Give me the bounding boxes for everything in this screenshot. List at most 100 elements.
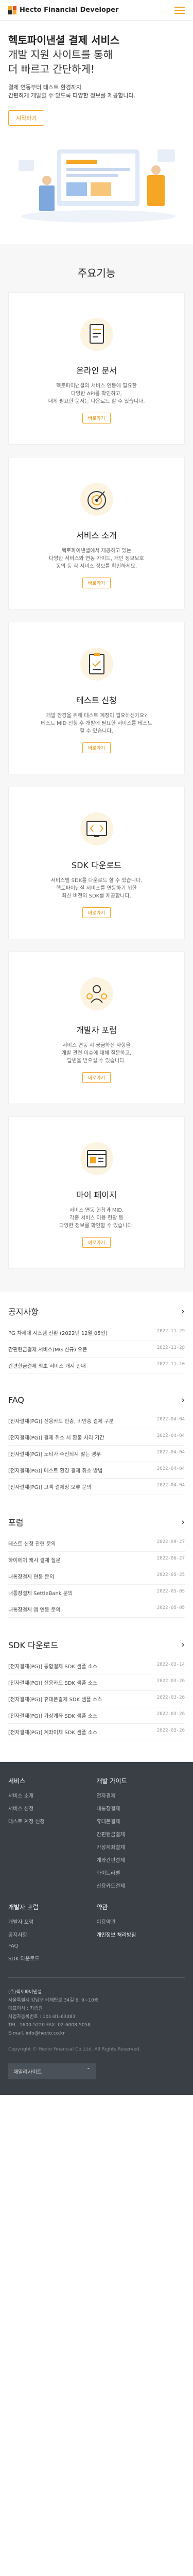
faq-section: FAQ › [전자결제(PG)] 신용카드 인증, 비인증 결제 구분 2022-… bbox=[0, 1381, 193, 1502]
footer-divider bbox=[8, 1977, 185, 1978]
footer-col-title: 서비스 bbox=[8, 1777, 26, 1785]
item-date: 2022-03-26 bbox=[156, 1728, 185, 1733]
footer-link[interactable]: 이용약관 bbox=[97, 1918, 185, 1925]
feature-desc: 서비스 연동 시 궁금하신 사항을 개발 관련 이슈에 대해 질문하고, 답변을… bbox=[61, 1043, 132, 1064]
item-title: [전자결제(PG)] 계좌이체 SDK 샘플 소스 bbox=[8, 1730, 98, 1736]
feature-more-button[interactable]: 바로가기 bbox=[82, 1072, 111, 1083]
item-date: 2022-05-25 bbox=[156, 1572, 185, 1578]
feature-card-docs: 온라인 문서 헥토파이낸셜의 서비스 연동에 필요한 다양한 API를 확인하고… bbox=[8, 292, 185, 445]
footer-col-title: 개발 가이드 bbox=[96, 1777, 127, 1785]
feature-more-button[interactable]: 바로가기 bbox=[82, 1237, 111, 1248]
sdk-header: SDK 다운로드 › bbox=[8, 1638, 185, 1651]
footer-link[interactable]: 간편현금결제 bbox=[97, 1830, 185, 1838]
feature-card-forum: 개발자 포럼 서비스 연동 시 궁금하신 사항을 개발 관련 이슈에 대해 질문… bbox=[8, 952, 185, 1104]
list-item[interactable]: [전자결제(PG)] 신용카드 인증, 비인증 결제 구분 2022-04-04 bbox=[8, 1413, 185, 1429]
list-item[interactable]: [전자결제(PG)] 신용카드 SDK 샘플 소스 2022-03-26 bbox=[8, 1674, 185, 1691]
item-title: 간편현금결제 서비스(MG 신규) 오픈 bbox=[8, 1347, 87, 1353]
feature-more-button[interactable]: 바로가기 bbox=[82, 742, 111, 753]
footer-link[interactable]: SDK 다운로드 bbox=[8, 1954, 97, 1962]
menu-icon[interactable] bbox=[174, 6, 185, 14]
item-title: [전자결제(PG)] 신용카드 SDK 샘플 소스 bbox=[8, 1681, 98, 1686]
list-item[interactable]: 간편현금결제 최초 서비스 개시 안내 2022-11-10 bbox=[8, 1358, 185, 1374]
footer-links-top: 서비스 서비스 소개 서비스 신청 테스트 계정 신청 개발 가이드 전자결제 … bbox=[8, 1776, 185, 1894]
list-item[interactable]: [전자결제(PG)] 계좌이체 SDK 샘플 소스 2022-03-26 bbox=[8, 1724, 185, 1740]
item-title: 하이에어 캐시 결제 질문 bbox=[8, 1558, 61, 1564]
forum-title: 포럼 bbox=[8, 1518, 24, 1528]
chevron-right-icon[interactable]: › bbox=[181, 1517, 185, 1528]
sdk-title: SDK 다운로드 bbox=[8, 1640, 58, 1650]
item-title: [전자결제(PG)] 통합결제 SDK 샘플 소스 bbox=[8, 1664, 98, 1670]
footer-col-guide: 개발 가이드 전자결제 내통장결제 휴대폰결제 간편현금결제 가상계좌결제 계좌… bbox=[97, 1776, 185, 1894]
forum-section: 포럼 › 테스트 신청 관련 문의 2022-09-27 하이에어 캐시 결제 질… bbox=[0, 1502, 193, 1625]
footer-link[interactable]: 계좌간편결제 bbox=[97, 1856, 185, 1863]
company-info: (주)헥토파이낸셜 서울특별시 강남구 테헤란로 34길 6, 9~10층 대표… bbox=[8, 1988, 185, 2038]
item-title: [전자결제(PG)] 고객 결제창 오류 문의 bbox=[8, 1485, 92, 1490]
footer-link[interactable]: 테스트 계정 신청 bbox=[8, 1817, 97, 1825]
footer-link[interactable]: 개발자 포럼 bbox=[8, 1918, 97, 1925]
features-section: 주요기능 온라인 문서 헥토파이낸셜의 서비스 연동에 필요한 다양한 API를… bbox=[0, 244, 193, 1292]
chevron-right-icon[interactable]: › bbox=[181, 1306, 185, 1317]
item-date: 2022-03-14 bbox=[156, 1662, 185, 1667]
notice-title: 공지사항 bbox=[8, 1307, 39, 1317]
company-address: 서울특별시 강남구 테헤란로 34길 6, 9~10층 bbox=[8, 1998, 98, 2003]
hero-subtitle-1: 개발 지원 사이트를 통해 bbox=[8, 48, 113, 61]
hero-desc-1: 결제 연동부터 테스트 환경까지 bbox=[8, 84, 82, 91]
company-fax: FAX. 02-6008-5058 bbox=[46, 2023, 91, 2028]
brand-logo-icon bbox=[8, 6, 16, 14]
footer-link[interactable]: 전자결제 bbox=[97, 1791, 185, 1799]
start-button[interactable]: 시작하기 bbox=[8, 110, 45, 126]
footer-link[interactable]: 공지사항 bbox=[8, 1930, 97, 1938]
hero-title: 헥토파이낸셜 결제 서비스 개발 지원 사이트를 통해 더 빠르고 간단하게! bbox=[8, 33, 185, 76]
feature-desc: 헥토파이낸셜의 서비스 연동에 필요한 다양한 API를 확인하고, 내게 필요… bbox=[48, 383, 145, 404]
chevron-right-icon[interactable]: › bbox=[181, 1639, 185, 1650]
list-item[interactable]: 테스트 신청 관련 문의 2022-09-27 bbox=[8, 1535, 185, 1552]
footer-link[interactable]: 내통장결제 bbox=[97, 1804, 185, 1812]
list-item[interactable]: [전자결제(PG)] 통합결제 SDK 샘플 소스 2022-03-14 bbox=[8, 1658, 185, 1674]
window-icon bbox=[80, 1142, 113, 1175]
footer-link[interactable]: 휴대폰결제 bbox=[97, 1817, 185, 1825]
list-item[interactable]: 내통장결제 연동 문의 2022-05-25 bbox=[8, 1568, 185, 1585]
notice-section: 공지사항 › PG 차세대 시스템 전환 (2022년 12월 05일) 2022… bbox=[0, 1292, 193, 1381]
list-item[interactable]: [전자결제(PG)] 결제 취소 시 환불 처리 기간 2022-04-04 bbox=[8, 1429, 185, 1446]
footer-link[interactable]: 개인정보 처리방침 bbox=[97, 1930, 185, 1938]
footer-link[interactable]: 서비스 소개 bbox=[8, 1791, 97, 1799]
family-site-select[interactable]: 패밀리사이트 ⌃ bbox=[8, 2063, 96, 2079]
footer-link[interactable]: 가상계좌결제 bbox=[97, 1843, 185, 1851]
company-name: (주)헥토파이낸셜 bbox=[8, 1990, 42, 1995]
list-item[interactable]: [전자결제(PG)] 테스트 환경 결제 취소 방법 2022-04-04 bbox=[8, 1462, 185, 1479]
chevron-right-icon[interactable]: › bbox=[181, 1395, 185, 1405]
list-item[interactable]: [전자결제(PG)] 가상계좌 SDK 샘플 소스 2022-03-26 bbox=[8, 1707, 185, 1724]
item-title: [전자결제(PG)] 테스트 환경 결제 취소 방법 bbox=[8, 1468, 103, 1474]
faq-title: FAQ bbox=[8, 1395, 24, 1405]
list-item[interactable]: PG 차세대 시스템 전환 (2022년 12월 05일) 2022-11-29 bbox=[8, 1325, 185, 1341]
list-item[interactable]: [전자결제(PG)] 노티가 수신되지 않는 경우 2022-04-04 bbox=[8, 1446, 185, 1462]
feature-more-button[interactable]: 바로가기 bbox=[82, 578, 111, 588]
feature-title: 온라인 문서 bbox=[76, 366, 117, 376]
list-item[interactable]: [전자결제(PG)] 고객 결제창 오류 문의 2022-04-04 bbox=[8, 1479, 185, 1495]
forum-header: 포럼 › bbox=[8, 1516, 185, 1528]
footer-link[interactable]: 서비스 신청 bbox=[8, 1804, 97, 1812]
footer-col-title: 개발자 포럼 bbox=[8, 1904, 39, 1911]
hero-desc-2: 간편하게 개발할 수 있도록 다양한 정보를 제공합니다. bbox=[8, 92, 136, 99]
forum-icon bbox=[80, 977, 113, 1010]
family-site-label: 패밀리사이트 bbox=[13, 2070, 42, 2075]
list-item[interactable]: 하이에어 캐시 결제 질문 2022-06-27 bbox=[8, 1552, 185, 1568]
feature-card-mypage: 마이 페이지 서비스 연동 현황과 MID, 각종 서비스 이용 현황 등 다양… bbox=[8, 1116, 185, 1269]
item-date: 2022-03-26 bbox=[156, 1679, 185, 1684]
list-item[interactable]: 내통장결제 SettleBank 문의 2022-05-05 bbox=[8, 1585, 185, 1601]
hero: 헥토파이낸셜 결제 서비스 개발 지원 사이트를 통해 더 빠르고 간단하게! … bbox=[0, 21, 193, 244]
list-item[interactable]: [전자결제(PG)] 휴대폰결제 SDK 샘플 소스 2022-03-26 bbox=[8, 1691, 185, 1707]
footer-link[interactable]: 신용카드결제 bbox=[97, 1882, 185, 1889]
brand[interactable]: Hecto Financial Developer bbox=[8, 6, 118, 14]
list-item[interactable]: 간편현금결제 서비스(MG 신규) 오픈 2022-11-28 bbox=[8, 1341, 185, 1358]
footer-link[interactable]: 화이트라벨 bbox=[97, 1869, 185, 1876]
notice-header: 공지사항 › bbox=[8, 1305, 185, 1317]
feature-more-button[interactable]: 바로가기 bbox=[82, 413, 111, 423]
chevron-up-icon: ⌃ bbox=[86, 2067, 91, 2073]
footer-link[interactable]: FAQ bbox=[8, 1943, 97, 1949]
list-item[interactable]: 내통장결제 앱 연동 문의 2022-05-05 bbox=[8, 1601, 185, 1618]
features-title: 주요기능 bbox=[77, 267, 116, 279]
item-date: 2022-03-26 bbox=[156, 1711, 185, 1717]
hero-title-main: 헥토파이낸셜 결제 서비스 bbox=[8, 34, 120, 46]
feature-more-button[interactable]: 바로가기 bbox=[82, 907, 111, 918]
